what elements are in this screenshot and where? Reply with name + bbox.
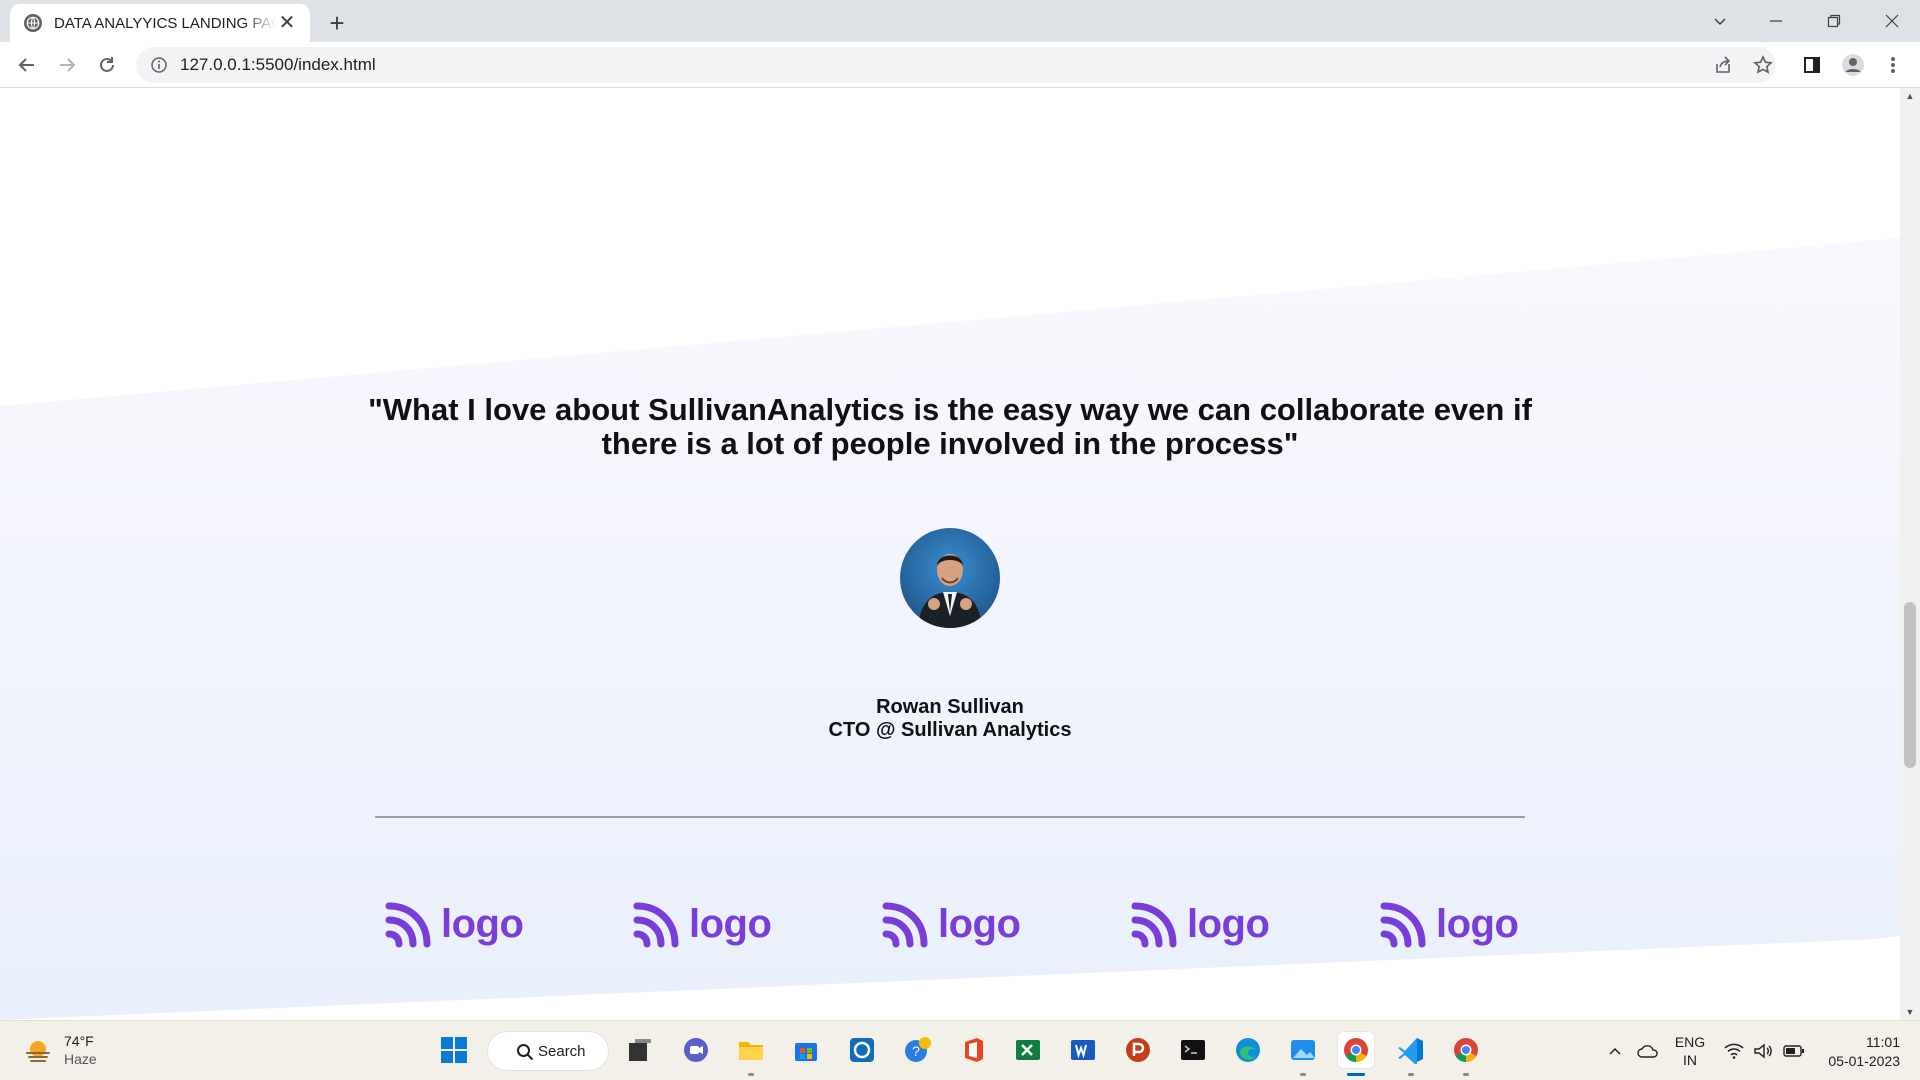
logo-text: logo — [441, 901, 524, 946]
haze-sun-icon — [26, 1041, 50, 1062]
browser-toolbar: 127.0.0.1:5500/index.html — [0, 42, 1920, 88]
more-menu-icon[interactable] — [1878, 50, 1908, 80]
scroll-up-arrow-icon[interactable]: ▲ — [1900, 88, 1920, 104]
profile-avatar-icon[interactable] — [1838, 50, 1868, 80]
partner-logo[interactable]: logo — [385, 896, 524, 952]
weather-temperature: 74°F — [64, 1033, 94, 1049]
word-icon[interactable] — [1065, 1032, 1101, 1068]
blue-app-icon[interactable] — [844, 1032, 880, 1068]
running-indicator — [748, 1073, 754, 1076]
minimize-icon[interactable] — [1748, 0, 1804, 42]
store-icon[interactable] — [788, 1032, 824, 1068]
logo-mark-icon — [1380, 902, 1426, 948]
wifi-icon[interactable] — [1720, 1031, 1748, 1071]
partner-logo[interactable]: logo — [633, 896, 772, 952]
clock-time: 11:01 — [1866, 1034, 1900, 1050]
system-clock[interactable]: 11:01 05-01-2023 — [1820, 1033, 1900, 1071]
tab-close-icon[interactable]: ✕ — [276, 12, 298, 34]
partner-logos: logo logo logo logo logo — [385, 896, 1519, 956]
logo-mark-icon — [882, 902, 928, 948]
file-explorer-icon[interactable] — [733, 1032, 769, 1068]
share-icon[interactable] — [1708, 50, 1738, 80]
chrome-icon[interactable] — [1338, 1032, 1374, 1068]
tray-overflow-chevron-icon[interactable] — [1602, 1031, 1628, 1071]
reload-icon[interactable] — [92, 50, 122, 80]
partner-logo[interactable]: logo — [1131, 896, 1270, 952]
search-icon — [517, 1044, 534, 1061]
svg-text:?: ? — [912, 1043, 920, 1059]
language-indicator[interactable]: ENG IN — [1672, 1033, 1708, 1069]
vscode-icon[interactable] — [1393, 1032, 1429, 1068]
section-divider — [375, 816, 1525, 818]
author-avatar — [900, 528, 1000, 628]
logo-mark-icon — [633, 902, 679, 948]
teams-chat-icon[interactable] — [678, 1032, 714, 1068]
edge-icon[interactable] — [1230, 1032, 1266, 1068]
running-indicator — [1300, 1073, 1306, 1076]
restore-icon[interactable] — [1806, 0, 1862, 42]
running-indicator — [1408, 1073, 1414, 1076]
page-scrollbar[interactable]: ▲ ▼ — [1900, 88, 1920, 1020]
windows-start-icon[interactable] — [436, 1032, 472, 1068]
excel-icon[interactable] — [1010, 1032, 1046, 1068]
page-viewport: "What I love about SullivanAnalytics is … — [0, 88, 1900, 1020]
language-code: ENG — [1674, 1034, 1706, 1050]
logo-text: logo — [1436, 901, 1519, 946]
bookmark-star-icon[interactable] — [1748, 50, 1778, 80]
tab-title: DATA ANALYYICS LANDING PAGE — [54, 14, 276, 32]
battery-icon[interactable] — [1780, 1031, 1808, 1071]
globe-icon — [24, 14, 42, 32]
running-indicator — [1463, 1073, 1469, 1076]
help-icon[interactable]: ? — [900, 1032, 936, 1068]
site-info-icon[interactable] — [150, 56, 168, 74]
search-label: Search — [538, 1042, 586, 1060]
url-text: 127.0.0.1:5500/index.html — [180, 55, 376, 74]
address-bar[interactable]: 127.0.0.1:5500/index.html — [136, 47, 1776, 83]
terminal-icon[interactable] — [1175, 1032, 1211, 1068]
taskbar-search[interactable]: Search — [487, 1031, 609, 1071]
clock-date: 05-01-2023 — [1828, 1053, 1900, 1069]
logo-text: logo — [1187, 901, 1270, 946]
close-window-icon[interactable] — [1864, 0, 1920, 42]
task-view-icon[interactable] — [622, 1032, 658, 1068]
scroll-down-arrow-icon[interactable]: ▼ — [1900, 1004, 1920, 1020]
active-indicator — [1347, 1073, 1365, 1076]
photos-icon[interactable] — [1285, 1032, 1321, 1068]
chrome-secondary-icon[interactable] — [1448, 1032, 1484, 1068]
side-panel-icon[interactable] — [1797, 50, 1827, 80]
tab-strip: DATA ANALYYICS LANDING PAGE ✕ + — [0, 0, 1920, 42]
language-region: IN — [1683, 1052, 1697, 1068]
forward-arrow-icon[interactable] — [52, 50, 82, 80]
volume-icon[interactable] — [1750, 1031, 1776, 1071]
partner-logo[interactable]: logo — [882, 896, 1021, 952]
onedrive-cloud-icon[interactable] — [1633, 1031, 1663, 1071]
weather-widget[interactable]: 74°F Haze — [24, 1031, 144, 1071]
office-icon[interactable] — [955, 1032, 991, 1068]
browser-tab[interactable]: DATA ANALYYICS LANDING PAGE ✕ — [10, 4, 310, 42]
logo-text: logo — [938, 901, 1021, 946]
logo-mark-icon — [1131, 902, 1177, 948]
partner-logo[interactable]: logo — [1380, 896, 1519, 952]
author-name: Rowan Sullivan — [876, 696, 1024, 718]
windows-taskbar: 74°F Haze Search ? ENG IN 11:01 05-01-20… — [0, 1020, 1920, 1080]
logo-mark-icon — [385, 902, 431, 948]
tab-search-chevron-icon[interactable] — [1692, 0, 1748, 42]
powerpoint-icon[interactable] — [1120, 1032, 1156, 1068]
weather-condition: Haze — [64, 1051, 97, 1067]
scroll-thumb[interactable] — [1904, 602, 1916, 768]
logo-text: logo — [689, 901, 772, 946]
author-role: CTO @ Sullivan Analytics — [828, 719, 1072, 741]
back-arrow-icon[interactable] — [12, 50, 42, 80]
new-tab-button[interactable]: + — [322, 8, 352, 38]
testimonial-quote: "What I love about SullivanAnalytics is … — [368, 392, 1532, 461]
